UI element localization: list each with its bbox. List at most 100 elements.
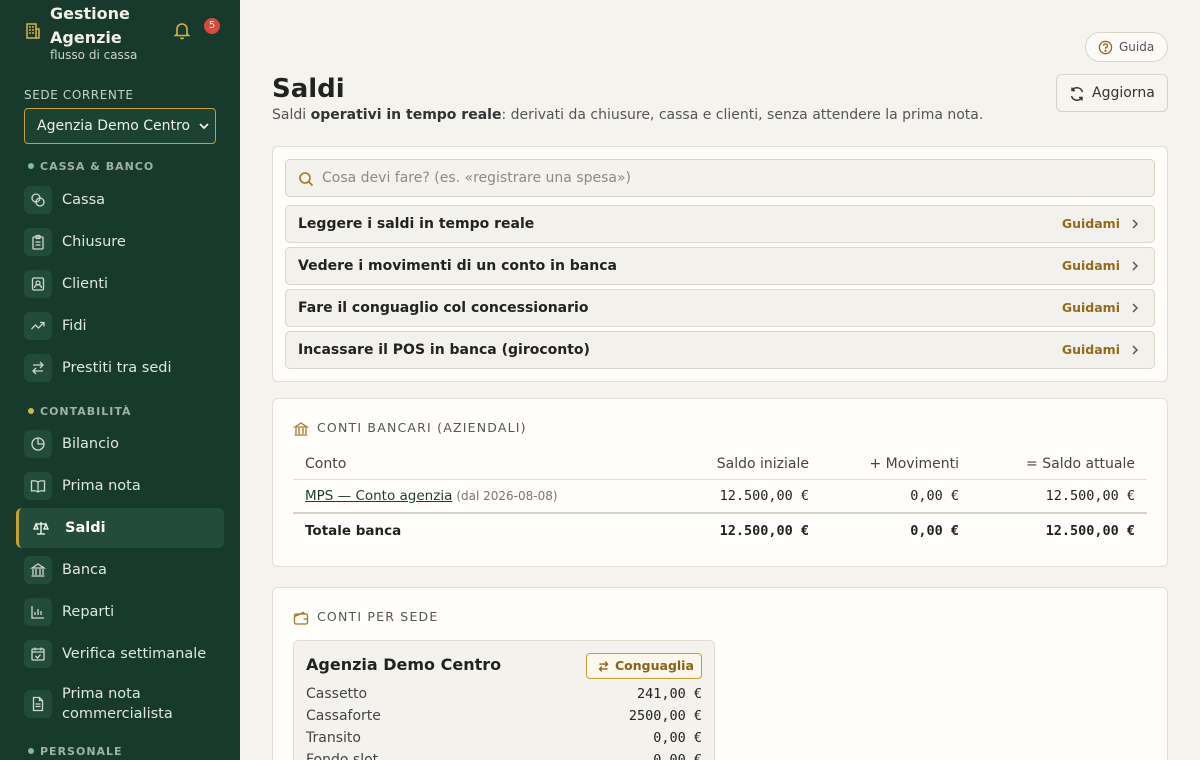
sidebar-item-fidi[interactable]: Fidi	[16, 306, 224, 346]
sidebar-item-clienti[interactable]: Clienti	[16, 264, 224, 304]
bell-icon[interactable]	[172, 20, 192, 40]
total-label: Totale banca	[305, 522, 402, 539]
guide-row[interactable]: Fare il conguaglio col concessionario Gu…	[285, 289, 1155, 327]
calendar-check-icon	[24, 640, 52, 668]
coins-icon	[24, 186, 52, 214]
balance-line: Transito 0,00 €	[306, 730, 702, 746]
sedi-card: CONTI PER SEDE Agenzia Demo Centro Congu…	[272, 587, 1168, 760]
search-icon	[299, 172, 314, 187]
sidebar-item-label: Bilancio	[62, 436, 119, 452]
sidebar: Gestione Agenzie flusso di cassa 5 SEDE …	[0, 0, 240, 760]
pie-chart-icon	[24, 430, 52, 458]
bank-icon	[293, 422, 309, 436]
sidebar-item-banca[interactable]: Banca	[16, 550, 224, 590]
sidebar-item-label: Chiusure	[62, 234, 126, 250]
column-header: Saldo iniziale	[716, 455, 809, 472]
guide-row-title: Fare il conguaglio col concessionario	[298, 300, 589, 316]
clipboard-icon	[24, 228, 52, 256]
sidebar-item-prima-nota[interactable]: Prima nota	[16, 466, 224, 506]
sedi-title: CONTI PER SEDE	[317, 609, 439, 624]
app-subtitle: flusso di cassa	[50, 48, 138, 62]
sidebar-item-verifica[interactable]: Verifica settimanale	[16, 634, 224, 674]
balance-line: Cassetto 241,00 €	[306, 686, 702, 702]
wallet-icon	[293, 611, 309, 625]
guide-row-title: Leggere i saldi in tempo reale	[298, 216, 535, 232]
total-movements: 0,00 €	[910, 522, 959, 539]
help-card: Leggere i saldi in tempo reale Guidami V…	[272, 146, 1168, 382]
chevron-down-icon	[199, 123, 209, 130]
conguaglia-button[interactable]: Conguaglia	[586, 653, 702, 679]
refresh-button[interactable]: Aggiorna	[1056, 74, 1168, 112]
table-row: MPS — Conto agenzia (dal 2026-08-08) 12.5…	[293, 479, 1147, 513]
balance-line: Cassaforte 2500,00 €	[306, 708, 702, 724]
section-dot	[28, 163, 34, 169]
guide-row-action[interactable]: Guidami	[1062, 332, 1120, 368]
brand: Gestione Agenzie flusso di cassa	[24, 2, 224, 72]
guide-button[interactable]: Guida	[1085, 32, 1168, 62]
transfer-icon	[24, 354, 52, 382]
bank-accounts-table: Conto Saldo iniziale + Movimenti = Saldo…	[293, 449, 1147, 547]
column-header: = Saldo attuale	[1026, 455, 1135, 472]
refresh-button-label: Aggiorna	[1092, 85, 1155, 101]
sidebar-item-chiusure[interactable]: Chiusure	[16, 222, 224, 262]
building-icon	[26, 23, 40, 39]
account-link[interactable]: MPS — Conto agenzia	[305, 488, 452, 504]
guide-row[interactable]: Leggere i saldi in tempo reale Guidami	[285, 205, 1155, 243]
contact-icon	[24, 270, 52, 298]
account-cell: MPS — Conto agenzia (dal 2026-08-08)	[293, 479, 673, 513]
guide-row-action[interactable]: Guidami	[1062, 248, 1120, 284]
section-cassa-banco: CASSA & BANCO	[28, 160, 154, 173]
section-dot	[28, 748, 34, 754]
total-initial: 12.500,00 €	[719, 522, 809, 539]
app-title: Gestione Agenzie	[50, 4, 130, 47]
chevron-right-icon	[1132, 219, 1139, 229]
help-circle-icon	[1098, 40, 1113, 55]
section-personale: PERSONALE	[28, 745, 123, 758]
current-balance: 12.500,00 €	[1045, 487, 1135, 504]
help-search-input[interactable]	[322, 160, 1122, 196]
sede-label: SEDE CORRENTE	[24, 88, 134, 102]
page-subtitle: Saldi operativi in tempo reale: derivati…	[272, 107, 984, 123]
sidebar-item-label: Prima nota commercialista	[62, 686, 173, 722]
chevron-right-icon	[1132, 261, 1139, 271]
chevron-right-icon	[1132, 345, 1139, 355]
sidebar-item-bilancio[interactable]: Bilancio	[16, 424, 224, 464]
sede-card: Agenzia Demo Centro Conguaglia Cassetto 2…	[293, 640, 715, 760]
bank-icon	[24, 556, 52, 584]
book-icon	[24, 472, 52, 500]
balance-line: Fondo slot 0,00 €	[306, 752, 702, 760]
guide-button-label: Guida	[1119, 40, 1155, 54]
sidebar-item-reparti[interactable]: Reparti	[16, 592, 224, 632]
page-title: Saldi	[272, 74, 345, 104]
bank-accounts-card: CONTI BANCARI (AZIENDALI) Conto Saldo in…	[272, 398, 1168, 567]
notification-badge: 5	[204, 18, 220, 34]
guide-row-action[interactable]: Guidami	[1062, 206, 1120, 242]
column-header: Conto	[305, 455, 347, 472]
sidebar-item-cassa[interactable]: Cassa	[16, 180, 224, 220]
trend-icon	[24, 312, 52, 340]
help-search[interactable]	[285, 159, 1155, 197]
sidebar-item-prestiti[interactable]: Prestiti tra sedi	[16, 348, 224, 388]
initial-balance: 12.500,00 €	[719, 487, 809, 504]
bar-chart-icon	[24, 598, 52, 626]
section-dot	[28, 408, 34, 414]
sidebar-item-label: Banca	[62, 562, 107, 578]
column-header: + Movimenti	[869, 455, 959, 472]
sidebar-item-label: Clienti	[62, 276, 109, 292]
guide-row-title: Incassare il POS in banca (giroconto)	[298, 342, 590, 358]
refresh-icon	[1070, 87, 1084, 101]
sidebar-item-prima-nota-commercialista[interactable]: Prima nota commercialista	[16, 680, 224, 728]
transfer-icon	[598, 661, 609, 672]
sidebar-item-label: Cassa	[62, 192, 106, 208]
bank-accounts-title: CONTI BANCARI (AZIENDALI)	[317, 420, 527, 435]
total-row: Totale banca 12.500,00 € 0,00 € 12.500,0…	[293, 513, 1147, 547]
scale-icon	[27, 514, 55, 542]
movements: 0,00 €	[910, 487, 959, 504]
sidebar-item-saldi[interactable]: Saldi	[16, 508, 224, 548]
guide-row[interactable]: Incassare il POS in banca (giroconto) Gu…	[285, 331, 1155, 369]
chevron-right-icon	[1132, 303, 1139, 313]
sede-select[interactable]: Agenzia Demo Centro	[24, 108, 216, 144]
guide-row-action[interactable]: Guidami	[1062, 290, 1120, 326]
section-contabilita: CONTABILITÀ	[28, 405, 132, 418]
guide-row[interactable]: Vedere i movimenti di un conto in banca …	[285, 247, 1155, 285]
